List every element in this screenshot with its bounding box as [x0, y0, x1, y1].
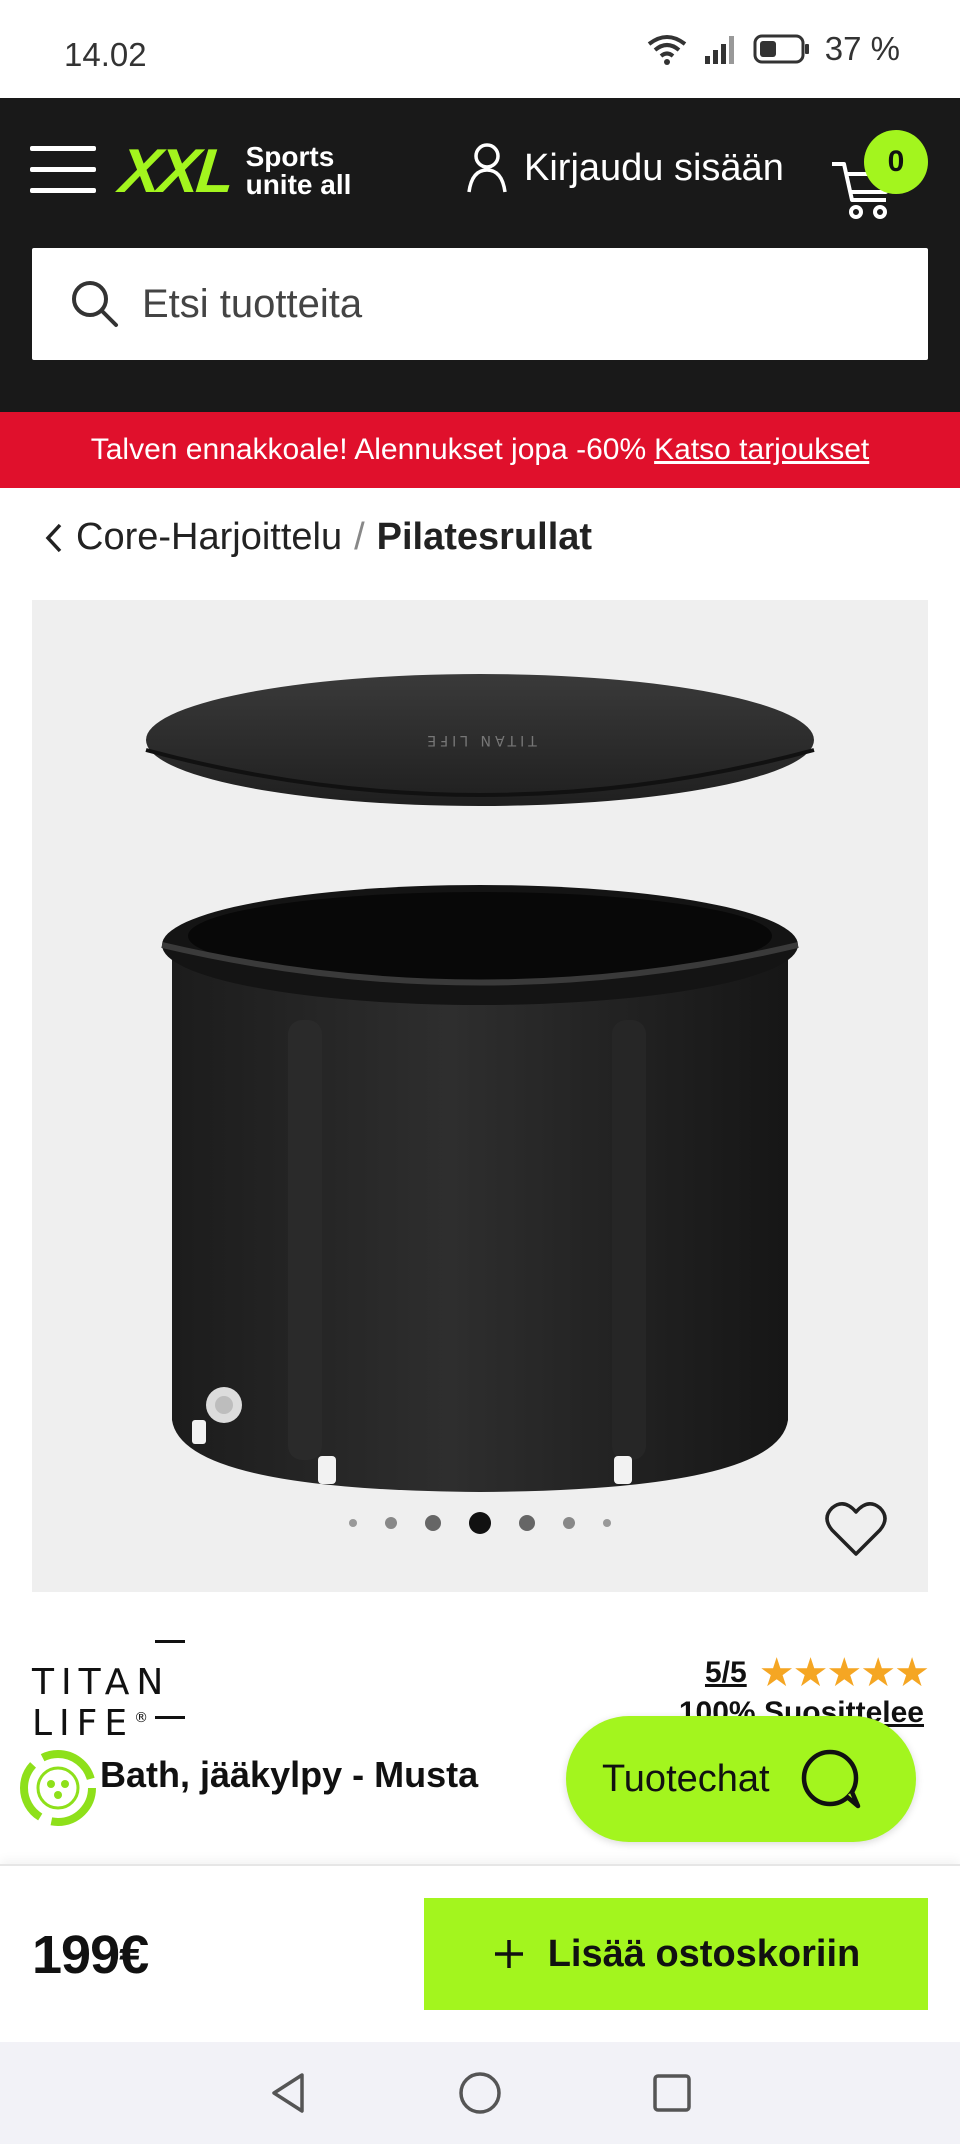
recents-icon[interactable] — [652, 2073, 692, 2113]
product-price: 199€ — [32, 1925, 149, 1985]
brand-registered-mark: ® — [134, 1710, 149, 1726]
status-icons: 37 % — [645, 30, 900, 68]
brand-logo-bar — [155, 1640, 185, 1643]
product-page: 14.02 37 % XXL Sports unite all Kirjaudu… — [0, 0, 960, 2144]
menu-icon-line — [30, 188, 96, 193]
xxl-logo[interactable]: XXL Sports unite all — [116, 136, 352, 206]
system-nav-bar — [0, 2042, 960, 2144]
rating-score[interactable]: 5/5 — [705, 1656, 747, 1690]
back-icon[interactable] — [268, 2071, 308, 2115]
cart-count-badge: 0 — [864, 130, 928, 194]
status-bar: 14.02 37 % — [0, 0, 960, 98]
breadcrumb-parent-link[interactable]: Core-Harjoittelu — [76, 516, 342, 559]
gallery-pagination — [32, 1511, 928, 1535]
promo-link[interactable]: Katso tarjoukset — [654, 433, 869, 467]
gallery-dot[interactable] — [563, 1517, 575, 1529]
search-icon — [72, 281, 118, 327]
star-rating-icon: ★★★★★ — [758, 1651, 930, 1695]
wifi-icon — [647, 35, 687, 65]
logo-tagline: Sports unite all — [246, 143, 352, 199]
breadcrumb: Core-Harjoittelu / Pilatesrullat — [42, 516, 592, 559]
breadcrumb-separator: / — [354, 516, 365, 558]
gallery-dot[interactable] — [603, 1519, 611, 1527]
status-time: 14.02 — [64, 36, 147, 73]
promo-text: Talven ennakkoale! Alennukset jopa -60% — [90, 433, 647, 466]
breadcrumb-current[interactable]: Pilatesrullat — [377, 516, 592, 559]
heart-icon[interactable] — [824, 1500, 888, 1560]
product-title: Bath, jääkylpy - Musta — [100, 1754, 479, 1795]
logo-text: XXL — [116, 136, 236, 206]
promo-banner: Talven ennakkoale! Alennukset jopa -60% … — [0, 412, 960, 488]
plus-icon — [494, 1940, 523, 1968]
battery-icon — [753, 34, 809, 64]
site-header: XXL Sports unite all Kirjaudu sisään 0 E… — [0, 98, 960, 412]
chevron-left-icon[interactable] — [42, 521, 64, 555]
product-rating[interactable]: 5/5 ★★★★★ — [705, 1650, 930, 1696]
cart-button[interactable]: 0 — [828, 130, 938, 219]
product-image-logo: TITAN LIFE — [423, 732, 537, 748]
gallery-dot[interactable] — [425, 1515, 441, 1531]
signal-icon — [704, 36, 734, 64]
add-to-cart-label: Lisää ostoskoriin — [547, 1932, 861, 1975]
product-chat-button[interactable]: Tuotechat — [566, 1716, 916, 1842]
chat-bot-icon[interactable] — [18, 1748, 98, 1828]
battery-percent: 37 % — [824, 30, 900, 67]
menu-icon-line — [30, 146, 96, 151]
gallery-dot[interactable] — [385, 1517, 397, 1529]
user-icon — [467, 143, 507, 193]
product-image-gallery[interactable]: TITAN LIFE — [32, 600, 928, 1592]
login-label: Kirjaudu sisään — [524, 146, 784, 189]
search-placeholder: Etsi tuotteita — [142, 281, 363, 326]
buy-bar: 199€ Lisää ostoskoriin — [0, 1864, 960, 2042]
gallery-dot[interactable] — [519, 1515, 535, 1531]
gallery-dot-active[interactable] — [469, 1512, 491, 1534]
login-button[interactable]: Kirjaudu sisään — [466, 142, 784, 194]
brand-name-text: TITAN LIFE — [32, 1662, 171, 1744]
product-image: TITAN LIFE — [145, 674, 815, 1492]
logo-tagline-line: unite all — [245, 169, 352, 200]
menu-button[interactable] — [30, 146, 96, 194]
brand-logo[interactable]: TITAN LIFE® — [32, 1640, 272, 1744]
chat-bubble-icon — [801, 1749, 860, 1809]
add-to-cart-button[interactable]: Lisää ostoskoriin — [424, 1898, 928, 2010]
brand-name: TITAN LIFE® — [32, 1662, 272, 1744]
brand-logo-bar — [155, 1716, 185, 1719]
gallery-dot[interactable] — [349, 1519, 357, 1527]
logo-tagline-line: Sports — [245, 141, 335, 172]
home-icon[interactable] — [458, 2071, 502, 2115]
chat-label: Tuotechat — [602, 1757, 770, 1800]
menu-icon-line — [30, 167, 96, 172]
search-input[interactable]: Etsi tuotteita — [32, 248, 928, 360]
